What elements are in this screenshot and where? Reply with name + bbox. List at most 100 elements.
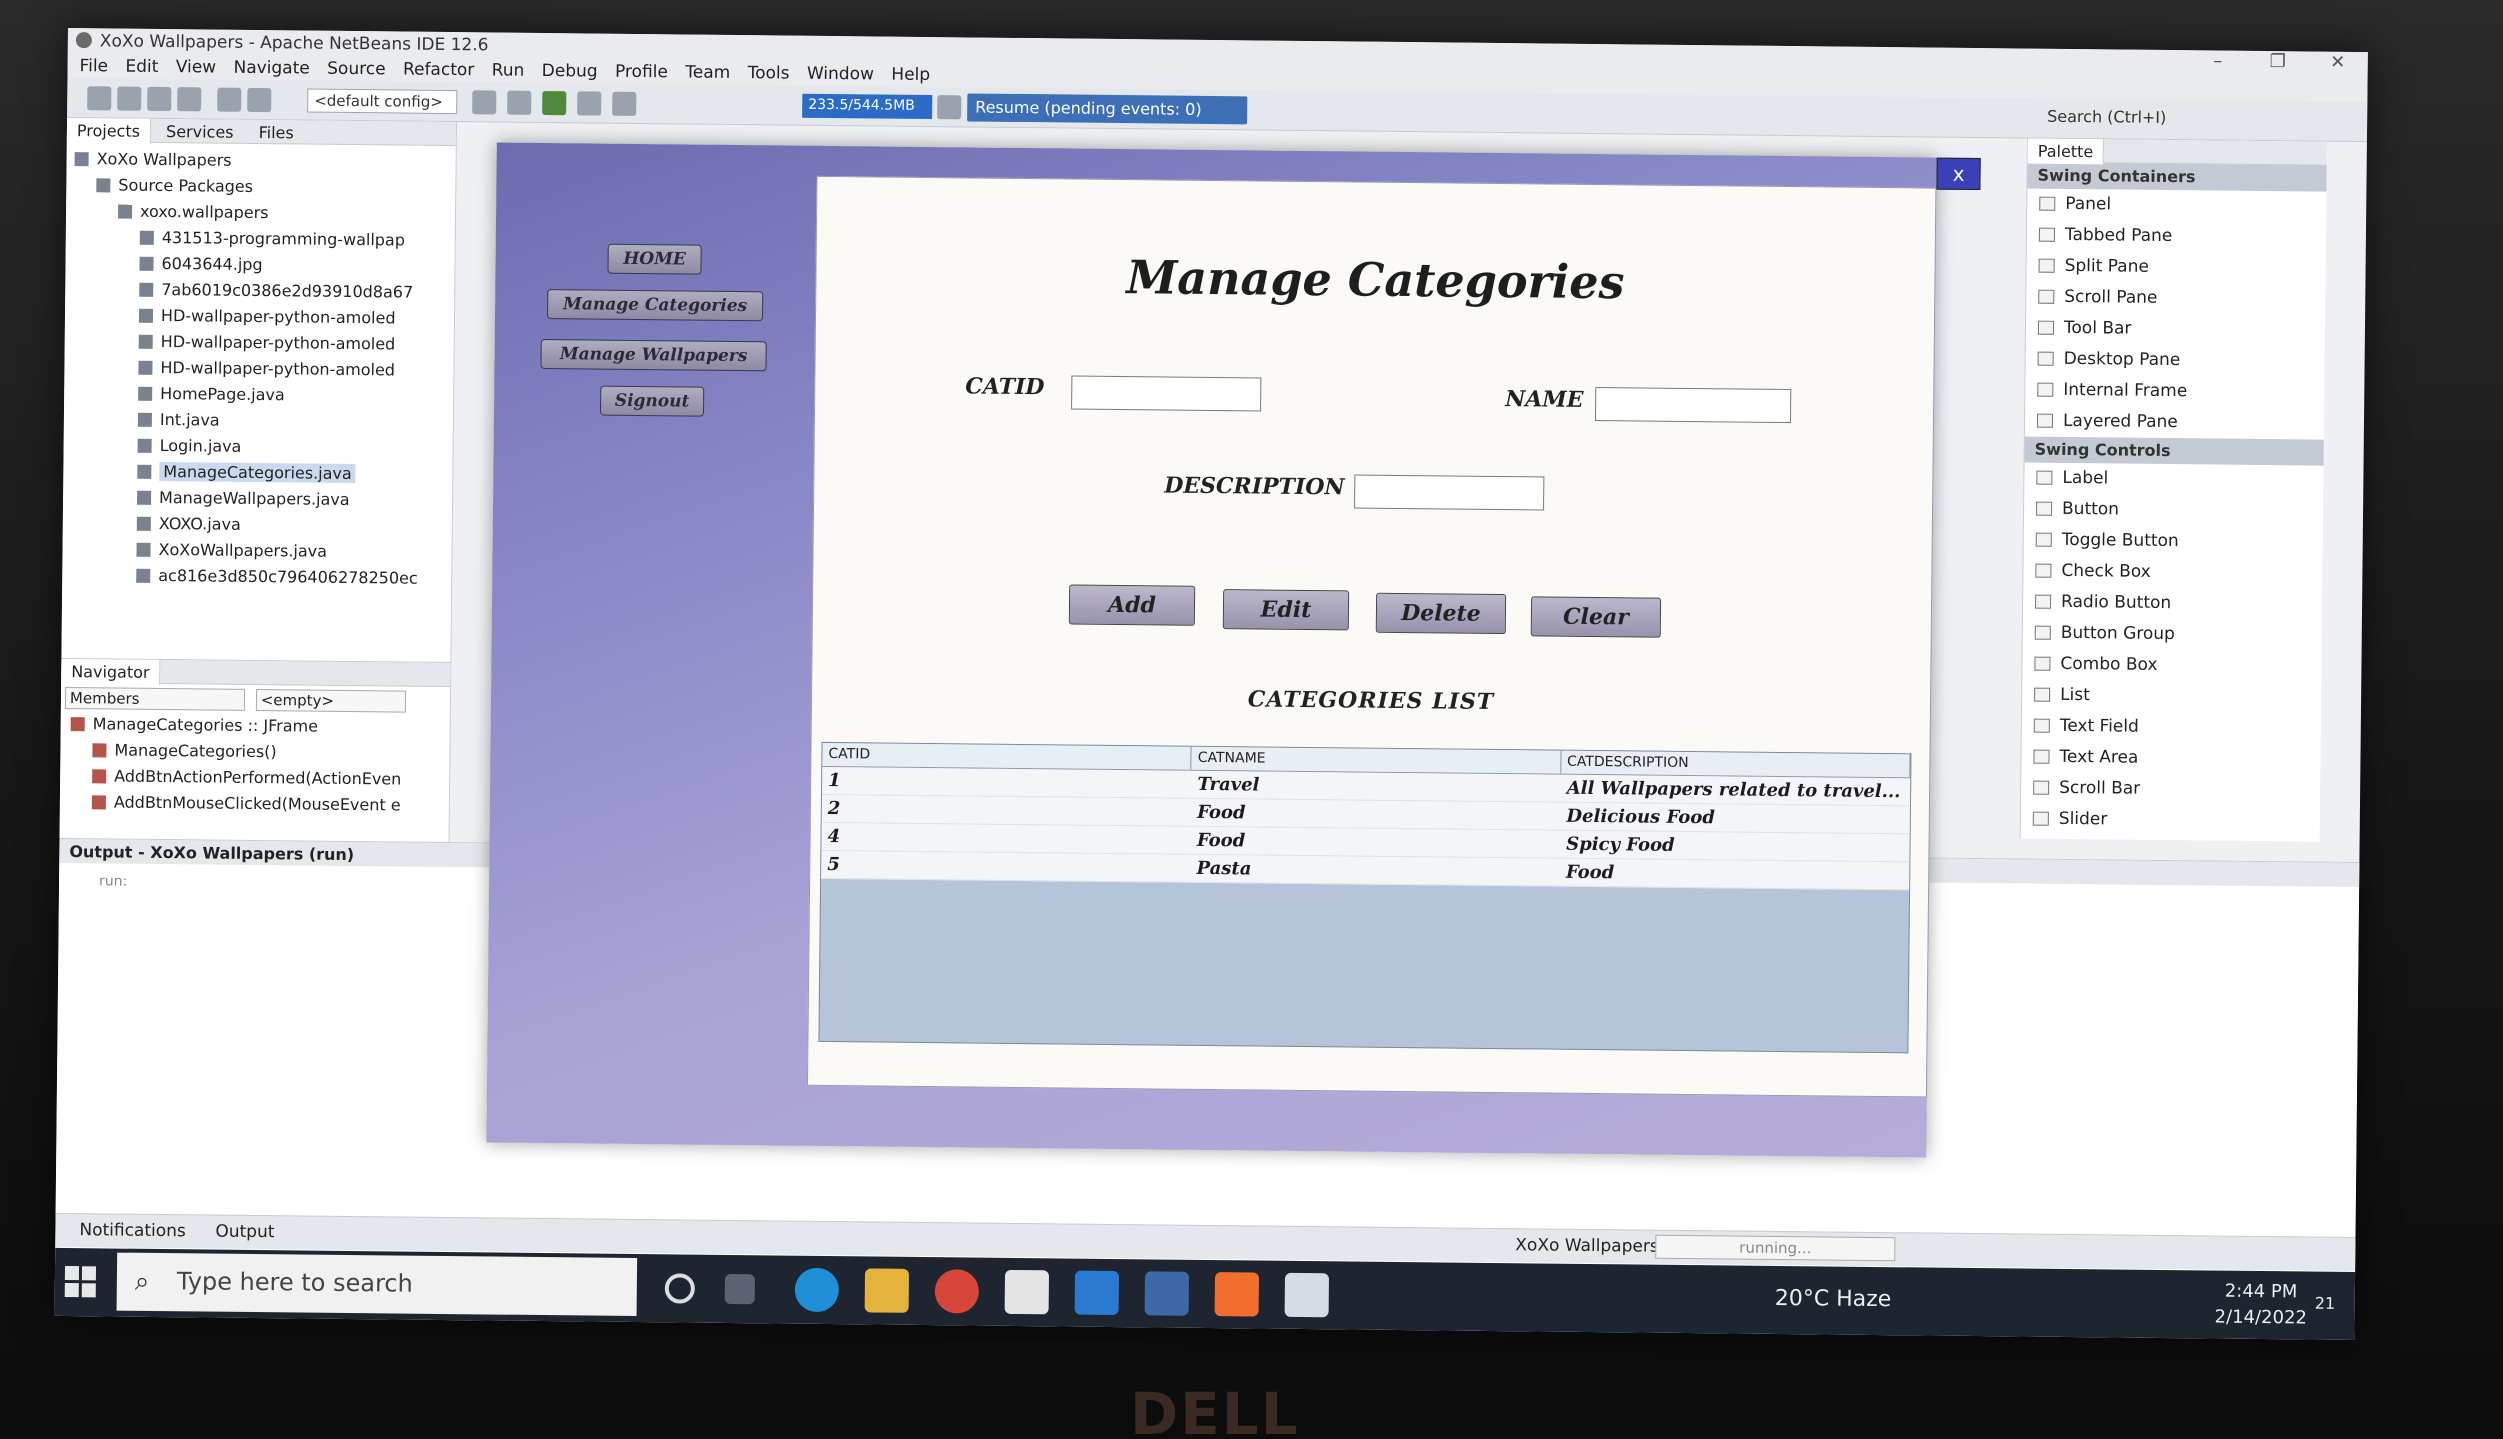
taskbar-clock[interactable]: 2:44 PM 2/14/2022 [2214, 1279, 2308, 1332]
add-button[interactable]: Add [1068, 584, 1196, 626]
project-tree-item[interactable]: Int.java [64, 406, 453, 436]
project-tree-item[interactable]: HD-wallpaper-python-amoled [65, 328, 454, 358]
debug-icon[interactable] [577, 91, 602, 116]
tab-projects[interactable]: Projects [66, 117, 152, 144]
palette-item[interactable]: Tabbed Pane [2027, 220, 2326, 254]
palette-item[interactable]: Scroll Bar [2021, 772, 2320, 806]
netbeans-taskbar-icon[interactable] [1144, 1271, 1190, 1316]
palette-item[interactable]: Toggle Button [2024, 525, 2323, 559]
navigator-item[interactable]: ManageCategories() [60, 737, 449, 767]
save-all-icon[interactable] [177, 87, 202, 112]
chrome-browser-icon[interactable] [934, 1269, 980, 1314]
name-input[interactable] [1594, 387, 1792, 424]
palette-group-header[interactable]: Swing Controls [2024, 436, 2324, 466]
tab-files[interactable]: Files [249, 120, 304, 146]
redo-icon[interactable] [247, 87, 272, 113]
palette-item[interactable]: Combo Box [2022, 649, 2321, 683]
project-tree-item[interactable]: XoXo Wallpapers [66, 146, 455, 176]
maximize-button[interactable]: ❐ [2248, 51, 2308, 78]
palette-group-header[interactable]: Swing Containers [2027, 162, 2327, 192]
tab-navigator[interactable]: Navigator [61, 658, 161, 686]
edge-browser-icon[interactable] [794, 1267, 840, 1313]
navigator-item[interactable]: ManageCategories :: JFrame [61, 711, 450, 741]
menu-source[interactable]: Source [327, 59, 386, 80]
cortana-icon[interactable] [664, 1273, 695, 1304]
catid-input[interactable] [1071, 375, 1262, 412]
description-input[interactable] [1354, 474, 1545, 511]
palette-item[interactable]: Tool Bar [2026, 313, 2325, 347]
tab-palette[interactable]: Palette [2027, 138, 2105, 165]
config-select[interactable]: <default config> [307, 88, 458, 115]
project-tree-item[interactable]: ManageCategories.java [63, 458, 452, 488]
navigator-item[interactable]: AddBtnMouseClicked(MouseEvent e [60, 789, 449, 819]
project-tree-item[interactable]: Login.java [63, 432, 452, 462]
palette-item[interactable]: Layered Pane [2025, 406, 2324, 440]
run-icon[interactable] [542, 90, 567, 116]
column-header-catid[interactable]: CATID [822, 742, 1192, 770]
menu-file[interactable]: File [79, 56, 108, 76]
project-tree-item[interactable]: HomePage.java [64, 380, 453, 410]
column-header-catdescription[interactable]: CATDESCRIPTION [1560, 750, 1911, 778]
palette-item[interactable]: Panel [2027, 189, 2326, 223]
minimize-button[interactable]: – [2188, 50, 2248, 77]
file-explorer-icon[interactable] [864, 1268, 910, 1313]
menu-help[interactable]: Help [891, 65, 930, 85]
project-tree-item[interactable]: HD-wallpaper-python-amoled [65, 302, 454, 332]
close-window-button[interactable]: ✕ [2308, 51, 2368, 78]
open-project-icon[interactable] [147, 86, 172, 112]
menu-navigate[interactable]: Navigate [233, 58, 309, 79]
palette-item[interactable]: Radio Button [2023, 587, 2322, 621]
java-app-icon[interactable] [1284, 1272, 1330, 1318]
project-tree-item[interactable]: 431513-programming-wallpap [66, 224, 455, 254]
menu-window[interactable]: Window [807, 64, 874, 85]
menu-team[interactable]: Team [685, 62, 730, 82]
project-tree-item[interactable]: XoXoWallpapers.java [62, 536, 451, 566]
ms-store-icon[interactable] [1004, 1269, 1050, 1315]
menu-view[interactable]: View [176, 57, 217, 77]
palette-item[interactable]: Button Group [2023, 618, 2322, 652]
menu-edit[interactable]: Edit [125, 57, 158, 77]
project-tree-item[interactable]: 7ab6019c0386e2d93910d8a67 [65, 276, 454, 306]
menu-tools[interactable]: Tools [748, 63, 790, 83]
palette-item[interactable]: Text Area [2021, 741, 2320, 775]
clear-button[interactable]: Clear [1530, 596, 1662, 638]
new-file-icon[interactable] [87, 86, 112, 111]
new-project-icon[interactable] [117, 86, 142, 111]
app-close-button[interactable]: x [1936, 157, 1981, 191]
palette-item[interactable]: Internal Frame [2025, 375, 2324, 409]
palette-item[interactable]: Scroll Pane [2026, 282, 2325, 316]
profile-icon[interactable] [612, 91, 637, 116]
project-tree-item[interactable]: HD-wallpaper-python-amoled [64, 354, 453, 384]
notifications-tab[interactable]: Notifications [79, 1220, 186, 1241]
palette-item[interactable]: Split Pane [2026, 251, 2325, 285]
palette-item[interactable]: Check Box [2023, 556, 2322, 590]
mail-icon[interactable] [1074, 1270, 1120, 1316]
gc-icon[interactable] [937, 95, 962, 120]
windows-start-icon[interactable] [64, 1266, 97, 1298]
project-tree-item[interactable]: xoxo.wallpapers [66, 198, 455, 228]
menu-run[interactable]: Run [492, 60, 525, 80]
signout-button[interactable]: Signout [599, 385, 705, 417]
weather-widget[interactable]: 20°C Haze [1775, 1286, 1892, 1312]
manage-categories-nav-button[interactable]: Manage Categories [546, 289, 764, 322]
undo-icon[interactable] [217, 87, 242, 112]
build-icon[interactable] [472, 90, 497, 115]
project-tree-item[interactable]: ac816e3d850c796406278250ec [62, 562, 451, 592]
palette-item[interactable]: Text Field [2022, 710, 2321, 744]
tab-services[interactable]: Services [156, 119, 244, 145]
resume-button[interactable]: Resume (pending events: 0) [967, 93, 1248, 125]
palette-item[interactable]: Button [2024, 494, 2323, 528]
menu-profile[interactable]: Profile [615, 62, 668, 83]
column-header-catname[interactable]: CATNAME [1191, 746, 1562, 774]
edit-button[interactable]: Edit [1222, 589, 1350, 631]
palette-item[interactable]: Desktop Pane [2025, 344, 2324, 378]
project-tree-item[interactable]: ManageWallpapers.java [63, 484, 452, 514]
project-tree-item[interactable]: XOXO.java [63, 510, 452, 540]
palette-item[interactable]: Label [2024, 463, 2323, 497]
palette-item[interactable]: List [2022, 680, 2321, 714]
clean-build-icon[interactable] [507, 90, 532, 115]
menu-refactor[interactable]: Refactor [403, 60, 475, 81]
notification-count[interactable]: 21 [2315, 1294, 2336, 1313]
xampp-icon[interactable] [1214, 1272, 1260, 1317]
taskbar-search-input[interactable]: ⌕ Type here to search [116, 1252, 638, 1317]
